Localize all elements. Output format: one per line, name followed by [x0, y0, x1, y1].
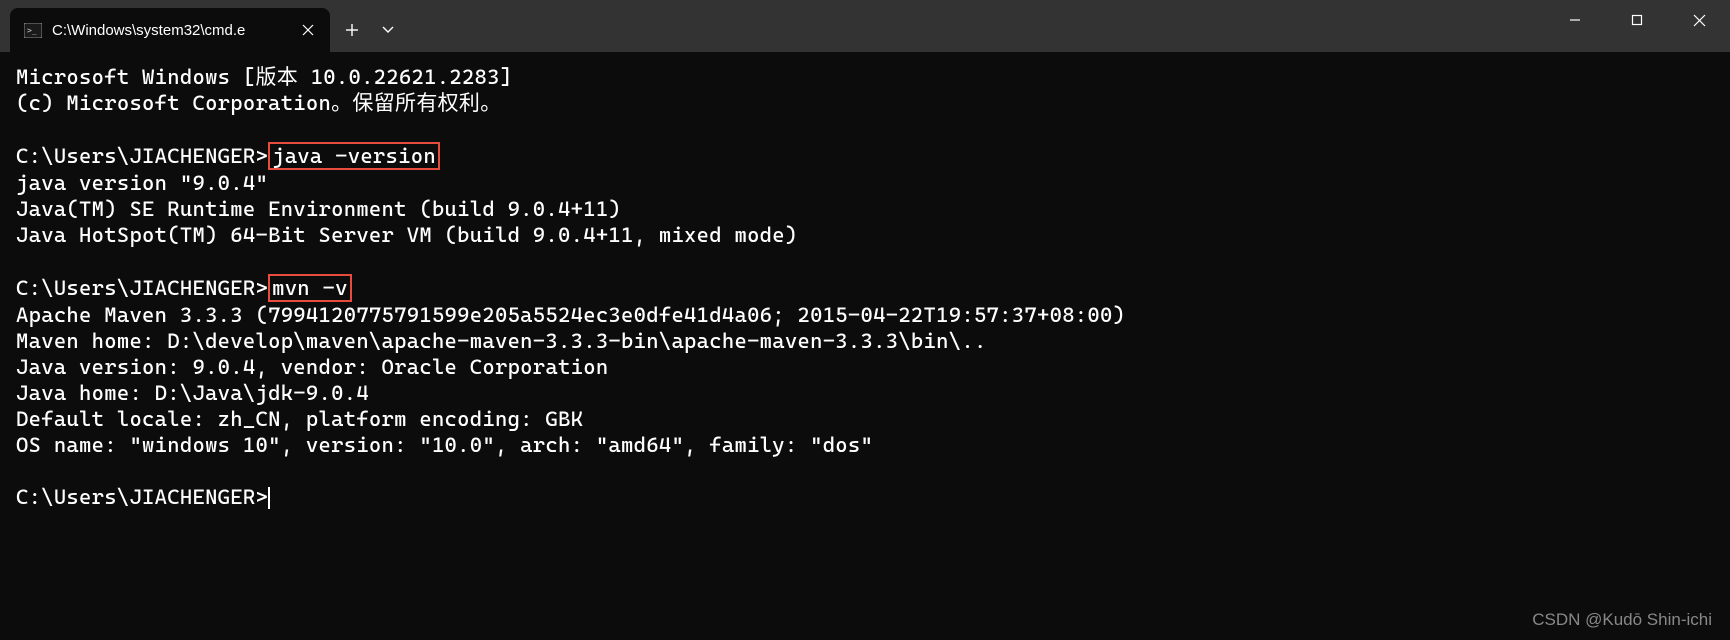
window-titlebar: >_ C:\Windows\system32\cmd.e [0, 0, 1730, 52]
prompt-line-1: C:\Users\JIACHENGER>java -version [16, 142, 1714, 170]
prompt-prefix: C:\Users\JIACHENGER> [16, 144, 268, 168]
command-highlight-java: java -version [268, 142, 440, 170]
cmd-icon: >_ [24, 21, 42, 39]
prompt-prefix: C:\Users\JIACHENGER> [16, 485, 268, 509]
blank-line [16, 458, 1714, 484]
mvn-output-1: Apache Maven 3.3.3 (7994120775791599e205… [16, 302, 1714, 328]
window-controls [1544, 0, 1730, 40]
banner-line-2: (c) Microsoft Corporation。保留所有权利。 [16, 90, 1714, 116]
tab-dropdown-button[interactable] [370, 8, 406, 52]
svg-text:>_: >_ [27, 26, 37, 35]
minimize-button[interactable] [1544, 0, 1606, 40]
prompt-line-3: C:\Users\JIACHENGER> [16, 484, 1714, 510]
prompt-prefix: C:\Users\JIACHENGER> [16, 276, 268, 300]
banner-line-1: Microsoft Windows [版本 10.0.22621.2283] [16, 64, 1714, 90]
watermark: CSDN @Kudō Shin-ichi [1532, 610, 1712, 630]
terminal-output[interactable]: Microsoft Windows [版本 10.0.22621.2283] (… [0, 52, 1730, 522]
tab-title: C:\Windows\system32\cmd.e [52, 22, 290, 39]
blank-line [16, 248, 1714, 274]
mvn-output-2: Maven home: D:\develop\maven\apache-mave… [16, 328, 1714, 354]
mvn-output-5: Default locale: zh_CN, platform encoding… [16, 406, 1714, 432]
close-window-button[interactable] [1668, 0, 1730, 40]
blank-line [16, 116, 1714, 142]
prompt-line-2: C:\Users\JIACHENGER>mvn -v [16, 274, 1714, 302]
java-output-2: Java(TM) SE Runtime Environment (build 9… [16, 196, 1714, 222]
mvn-output-4: Java home: D:\Java\jdk-9.0.4 [16, 380, 1714, 406]
java-output-1: java version "9.0.4" [16, 170, 1714, 196]
java-output-3: Java HotSpot(TM) 64-Bit Server VM (build… [16, 222, 1714, 248]
terminal-tab[interactable]: >_ C:\Windows\system32\cmd.e [10, 8, 330, 52]
command-highlight-mvn: mvn -v [268, 274, 352, 302]
maximize-button[interactable] [1606, 0, 1668, 40]
text-cursor [268, 487, 270, 509]
tab-close-button[interactable] [298, 20, 318, 40]
mvn-output-6: OS name: "windows 10", version: "10.0", … [16, 432, 1714, 458]
new-tab-button[interactable] [334, 8, 370, 52]
mvn-output-3: Java version: 9.0.4, vendor: Oracle Corp… [16, 354, 1714, 380]
